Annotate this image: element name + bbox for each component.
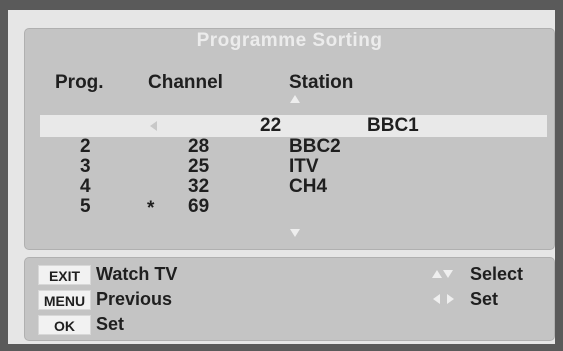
row-channel: 25 [188, 156, 210, 177]
selected-channel: 22 [260, 115, 282, 136]
row-channel: 69 [188, 196, 210, 217]
menu-key[interactable]: MENU [38, 290, 91, 310]
row-prog: 5 [80, 196, 91, 217]
row-prog: 4 [80, 176, 91, 197]
arrow-left-icon [433, 294, 440, 304]
ok-key[interactable]: OK [38, 315, 91, 335]
arrow-right-icon [447, 294, 454, 304]
row-station: BBC2 [289, 136, 341, 157]
row-station: ITV [289, 156, 319, 177]
ok-label: Set [96, 314, 125, 334]
move-left-icon[interactable] [150, 121, 157, 131]
menu-label: Previous [96, 289, 173, 309]
menu-title: Programme Sorting [196, 30, 383, 51]
column-header-channel: Channel [148, 72, 223, 93]
select-label: Select [470, 264, 524, 284]
arrow-up-icon [432, 270, 442, 278]
row-channel: 32 [188, 176, 210, 197]
row-channel: 28 [188, 136, 210, 157]
row-prog: 2 [80, 136, 91, 157]
arrow-down-icon [443, 270, 453, 278]
exit-key[interactable]: EXIT [38, 265, 91, 285]
selected-row[interactable] [40, 115, 547, 137]
column-header-prog: Prog. [55, 72, 104, 93]
row-mark: * [147, 198, 155, 219]
row-prog: 3 [80, 156, 91, 177]
scroll-down-icon[interactable] [290, 229, 300, 237]
row-station: CH4 [289, 176, 328, 197]
set-label: Set [470, 289, 499, 309]
exit-label: Watch TV [96, 264, 178, 284]
column-header-station: Station [289, 72, 354, 93]
selected-station: BBC1 [367, 115, 419, 136]
scroll-up-icon[interactable] [290, 95, 300, 103]
